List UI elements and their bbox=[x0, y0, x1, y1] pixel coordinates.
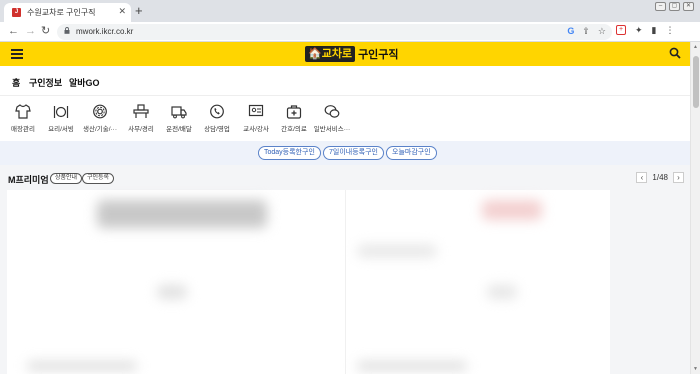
more-icon[interactable]: ⋮ bbox=[666, 25, 675, 36]
blurred-card-badge[interactable] bbox=[482, 200, 542, 220]
star-icon[interactable]: ☆ bbox=[598, 26, 606, 37]
blurred-card-footer bbox=[27, 362, 137, 370]
blurred-card-text bbox=[157, 285, 187, 299]
tab-title: 수원교차로 구인구직 bbox=[27, 8, 96, 17]
maximize-button[interactable]: ▢ bbox=[669, 2, 680, 11]
category-row: 매장관리 요리/서빙 생산/기술/··· 사무/경리 운전/배달 상담/영업 교… bbox=[0, 96, 690, 141]
office-icon bbox=[133, 104, 149, 118]
window-close-button[interactable]: ✕ bbox=[683, 2, 694, 11]
scroll-down-icon[interactable]: ▼ bbox=[693, 366, 698, 372]
filter-strip: Today등록한구인 7일이내등록구인 오늘마감구인 bbox=[0, 141, 690, 165]
product-info-chip[interactable]: 상품안내 bbox=[50, 173, 83, 184]
card-gutter bbox=[610, 190, 683, 374]
filter-7days[interactable]: 7일이내등록구인 bbox=[323, 146, 384, 160]
logo-text: 구인구직 bbox=[358, 48, 399, 61]
close-icon[interactable]: ✕ bbox=[118, 6, 126, 17]
next-page-button[interactable]: › bbox=[673, 172, 684, 183]
extension-red-icon[interactable]: + bbox=[616, 25, 626, 35]
address-bar[interactable]: mwork.ikcr.co.kr G ⇪ ☆ bbox=[57, 24, 612, 40]
blurred-card-title[interactable] bbox=[97, 200, 267, 228]
browser-toolbar: ← → ↻ mwork.ikcr.co.kr G ⇪ ☆ + ✦ ▮ ⋮ bbox=[0, 22, 700, 42]
scroll-thumb[interactable] bbox=[693, 56, 699, 108]
pager: ‹ 1/48 › bbox=[636, 172, 684, 183]
gear-icon bbox=[93, 104, 107, 119]
page-scrollbar[interactable]: ▲ ▼ bbox=[690, 42, 700, 374]
category-general-service[interactable]: 일반서비스··· bbox=[309, 104, 355, 133]
page-indicator: 1/48 bbox=[652, 173, 668, 182]
shirt-icon bbox=[15, 104, 31, 119]
tab-job-info[interactable]: 구인정보 bbox=[29, 76, 62, 89]
medkit-icon bbox=[286, 105, 302, 119]
share-icon[interactable]: ⇪ bbox=[582, 26, 590, 37]
site-logo[interactable]: 🏠교차로 구인구직 bbox=[305, 45, 399, 62]
browser-tab[interactable]: J 수원교차로 구인구직 ✕ bbox=[4, 3, 131, 22]
premium-section: M프리미엄 상품안내 구인등록 ‹ 1/48 › bbox=[0, 165, 690, 374]
new-tab-button[interactable]: + bbox=[135, 4, 143, 18]
filter-today[interactable]: Today등록한구인 bbox=[258, 146, 321, 160]
logo-mark: 🏠교차로 bbox=[305, 45, 356, 62]
scroll-up-icon[interactable]: ▲ bbox=[693, 44, 698, 50]
puzzle-icon[interactable]: ✦ bbox=[635, 25, 643, 36]
arrow-left-icon[interactable]: ← bbox=[8, 25, 19, 38]
arrow-right-icon[interactable]: → bbox=[25, 25, 36, 38]
blurred-card-text bbox=[357, 245, 437, 257]
blurred-card-text bbox=[487, 285, 517, 299]
search-icon[interactable] bbox=[669, 47, 681, 59]
premium-cards bbox=[7, 190, 683, 374]
prev-page-button[interactable]: ‹ bbox=[636, 172, 648, 183]
blurred-card-footer bbox=[357, 362, 467, 370]
tab-albago[interactable]: 알바GO bbox=[69, 76, 100, 89]
lock-icon bbox=[64, 27, 70, 34]
browser-tab-strip: J 수원교차로 구인구직 ✕ + – ▢ ✕ bbox=[0, 0, 700, 22]
minimize-button[interactable]: – bbox=[655, 2, 666, 11]
dining-icon bbox=[53, 106, 69, 118]
main-nav: 홈 구인정보 알바GO bbox=[0, 66, 690, 96]
category-production[interactable]: 생산/기술/··· bbox=[77, 104, 123, 133]
truck-icon bbox=[171, 106, 187, 119]
card-divider bbox=[345, 190, 346, 374]
sidepanel-icon[interactable]: ▮ bbox=[652, 25, 657, 36]
menu-icon[interactable] bbox=[11, 49, 23, 59]
register-job-chip[interactable]: 구인등록 bbox=[82, 173, 115, 184]
phone-icon bbox=[210, 104, 224, 119]
filter-closing-today[interactable]: 오늘마감구인 bbox=[386, 146, 437, 160]
google-icon[interactable]: G bbox=[567, 26, 574, 37]
favicon-icon: J bbox=[12, 8, 21, 17]
section-title: M프리미엄 bbox=[8, 175, 49, 185]
tab-home[interactable]: 홈 bbox=[12, 76, 20, 89]
site-header: 🏠교차로 구인구직 bbox=[0, 42, 690, 66]
reload-icon[interactable]: ↻ bbox=[41, 25, 50, 38]
chat-icon bbox=[324, 105, 340, 118]
url-text: mwork.ikcr.co.kr bbox=[76, 27, 134, 36]
window-controls: – ▢ ✕ bbox=[655, 2, 694, 11]
board-icon bbox=[248, 104, 264, 117]
